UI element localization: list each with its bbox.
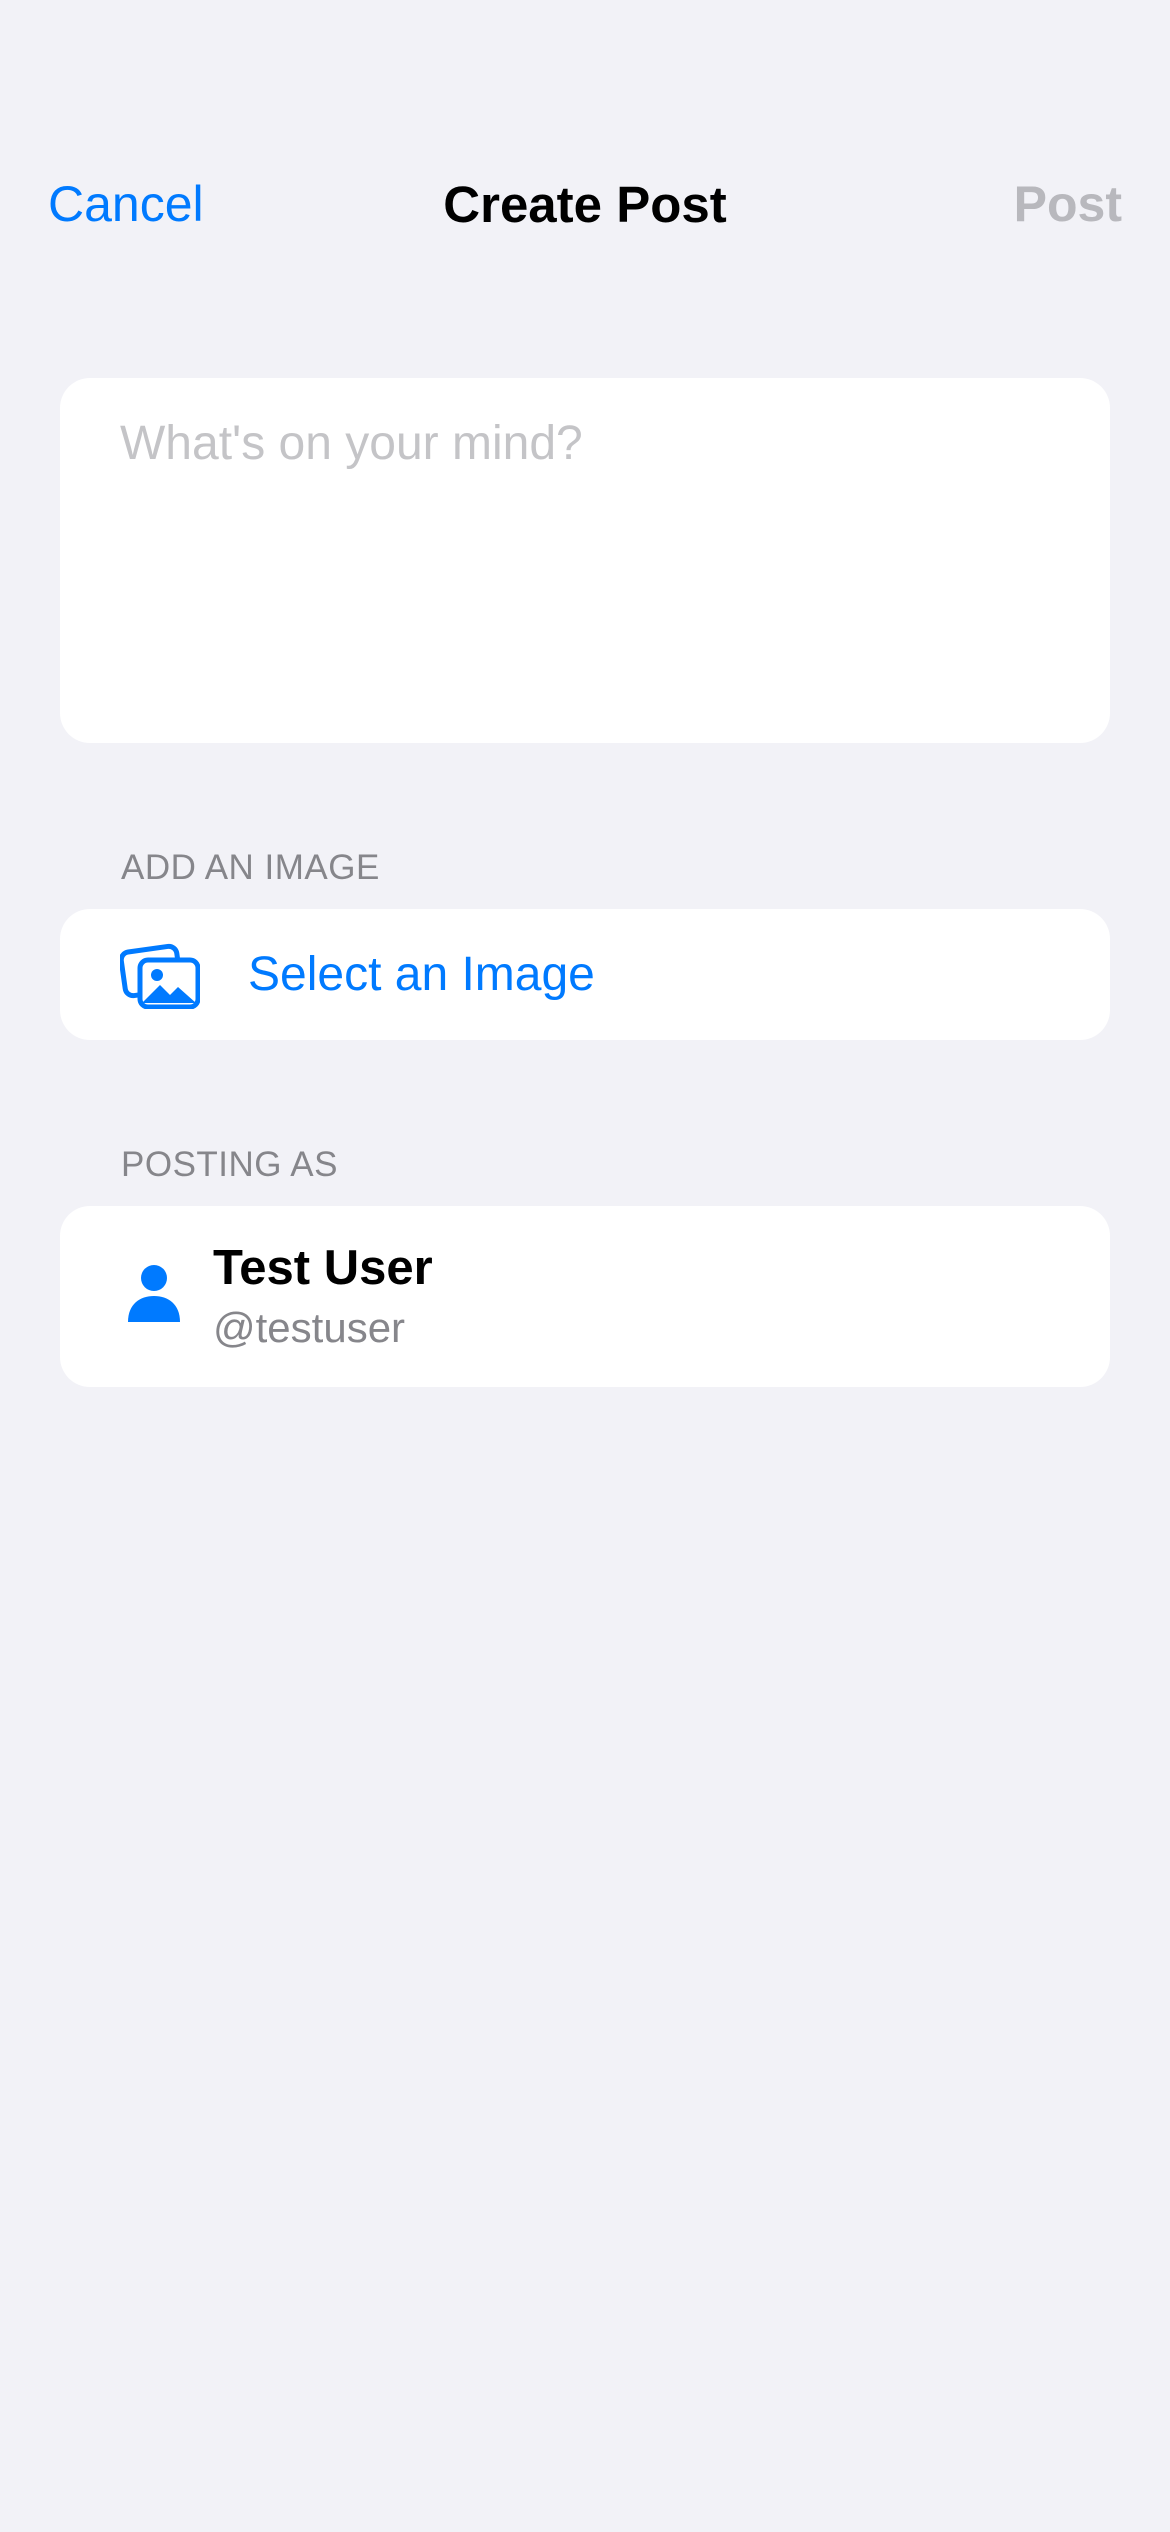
user-display-name: Test User	[213, 1241, 433, 1295]
person-icon	[128, 1265, 180, 1322]
page-title: Create Post	[443, 176, 727, 233]
posting-as-card: Test User @testuser	[60, 1206, 1110, 1387]
post-text-card	[60, 378, 1110, 743]
photo-stack-icon	[120, 943, 200, 1009]
post-text-input[interactable]	[120, 416, 1050, 706]
add-image-section-header: ADD AN IMAGE	[121, 848, 380, 887]
navigation-bar: Cancel Create Post Post	[0, 165, 1170, 245]
user-handle: @testuser	[213, 1304, 406, 1351]
select-image-button[interactable]: Select an Image	[60, 909, 1110, 1040]
select-image-label: Select an Image	[248, 948, 595, 1001]
post-button[interactable]: Post	[1014, 175, 1122, 233]
posting-as-section-header: POSTING AS	[121, 1145, 338, 1184]
